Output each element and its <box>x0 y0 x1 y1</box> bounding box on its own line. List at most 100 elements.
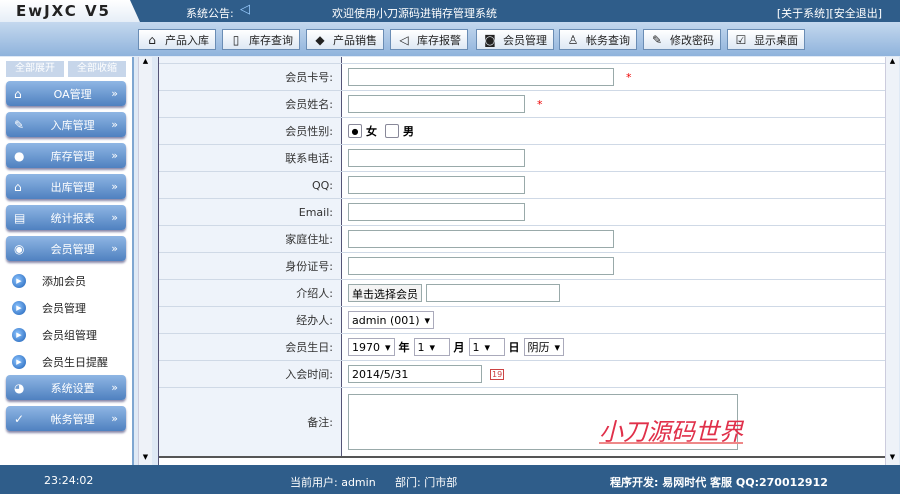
desktop-icon: ☑ <box>735 32 747 47</box>
qq-label: QQ: <box>159 172 342 198</box>
menu-label: 系统设置 <box>50 381 95 395</box>
sidebar-menu-menus-0[interactable]: ⌂ OA管理 » <box>6 81 126 106</box>
subitem-label: 添加会员 <box>42 274 86 288</box>
id-label: 身份证号: <box>159 253 342 279</box>
toolbar-button-2[interactable]: ◆ 产品销售 <box>306 29 384 50</box>
required-mark: * <box>537 97 543 111</box>
toolbar-button-5[interactable]: ♙ 帐务查询 <box>559 29 637 50</box>
sidebar-subitem-3[interactable]: ▶ 会员生日提醒 <box>0 348 132 375</box>
key-icon: ✎ <box>651 32 663 47</box>
watermark: 小刀源码世界 <box>599 418 743 446</box>
chevron-right-icon: » <box>111 381 118 394</box>
member-icon: ◙ <box>484 32 496 47</box>
toolbar-button-6[interactable]: ✎ 修改密码 <box>643 29 721 50</box>
handler-select[interactable]: admin (001) ▾ <box>348 311 435 329</box>
id-number-input[interactable] <box>348 257 614 275</box>
sidebar-menu-menus-1[interactable]: ✎ 入库管理 » <box>6 112 126 137</box>
select-referrer-button[interactable]: 单击选择会员 <box>348 284 422 302</box>
menu-icon: ▤ <box>14 210 26 225</box>
address-label: 家庭住址: <box>159 226 342 252</box>
sidebar-subitem-0[interactable]: ▶ 添加会员 <box>0 267 132 294</box>
name-input[interactable] <box>348 95 525 113</box>
collapse-all-button[interactable]: 全部收缩 <box>68 61 126 77</box>
sidebar-scrollbar[interactable]: ▲ ▼ <box>138 57 152 465</box>
menu-icon: ⌂ <box>14 86 22 101</box>
about-link[interactable]: [关于系统] <box>777 7 830 20</box>
menu-label: OA管理 <box>53 87 92 101</box>
join-date-label: 入会时间: <box>159 361 342 387</box>
year-select[interactable]: 1970 ▾ <box>348 338 395 356</box>
chevron-right-icon: » <box>111 180 118 193</box>
notes-label: 备注: <box>159 388 342 456</box>
menu-icon: ⌂ <box>14 179 22 194</box>
expand-all-button[interactable]: 全部展开 <box>6 61 64 77</box>
female-label: 女 <box>366 125 377 138</box>
sidebar: 全部展开 全部收缩 ⌂ OA管理» ✎ 入库管理» ● 库存管理» ⌂ 出库管理» ▤ 统计报表» ◉… <box>0 57 134 465</box>
menu-label: 出库管理 <box>50 180 95 194</box>
qq-input[interactable] <box>348 176 525 194</box>
birthday-label: 会员生日: <box>159 334 342 360</box>
main-scrollbar[interactable]: ▲ ▼ <box>885 57 899 465</box>
sidebar-subitem-1[interactable]: ▶ 会员管理 <box>0 294 132 321</box>
month-select[interactable]: 1 ▾ <box>413 338 450 356</box>
sidebar-menu-menus-4[interactable]: ▤ 统计报表 » <box>6 205 126 230</box>
sidebar-subitem-2[interactable]: ▶ 会员组管理 <box>0 321 132 348</box>
phone-input[interactable] <box>348 149 525 167</box>
menu-label: 入库管理 <box>50 118 95 132</box>
female-radio[interactable]: ● <box>348 124 362 138</box>
male-label: 男 <box>403 125 414 138</box>
house-icon: ⌂ <box>148 32 156 47</box>
toolbar-button-label: 修改密码 <box>670 33 714 47</box>
chevron-right-icon: » <box>111 242 118 255</box>
chevron-right-icon: » <box>111 87 118 100</box>
calendar-type-select[interactable]: 阴历 ▾ <box>523 338 565 356</box>
menu-label: 会员管理 <box>50 242 95 256</box>
subitem-label: 会员管理 <box>42 301 86 315</box>
email-input[interactable] <box>348 203 525 221</box>
toolbar-button-3[interactable]: ◁ 库存报警 <box>390 29 468 50</box>
referrer-input[interactable] <box>426 284 560 302</box>
subitem-label: 会员组管理 <box>42 328 97 342</box>
speaker-icon: ◁ <box>240 2 250 17</box>
card-number-input[interactable] <box>348 68 614 86</box>
address-input[interactable] <box>348 230 614 248</box>
arrow-bullet-icon: ▶ <box>12 327 26 342</box>
subitem-label: 会员生日提醒 <box>42 355 108 369</box>
calendar-icon[interactable]: 19 <box>490 368 505 380</box>
menu-icon: ◕ <box>14 380 25 395</box>
menu-label: 库存管理 <box>50 149 95 163</box>
toolbar: ⌂ 产品入库 ▯ 库存查询 ◆ 产品销售 ◁ 库存报警 ◙ 会员管理 ♙ 帐务查询 ✎ 修改密码 ☑ 显示桌面 <box>0 22 900 56</box>
menu-label: 统计报表 <box>50 211 95 225</box>
sidebar-menu-menus-3[interactable]: ⌂ 出库管理 » <box>6 174 126 199</box>
toolbar-button-label: 产品入库 <box>165 33 209 47</box>
toolbar-button-1[interactable]: ▯ 库存查询 <box>222 29 300 50</box>
logo: EwJXC V5 <box>0 0 140 22</box>
toolbar-button-4[interactable]: ◙ 会员管理 <box>476 29 554 50</box>
chevron-right-icon: » <box>111 118 118 131</box>
menu-label: 帐务管理 <box>50 412 95 426</box>
logout-link[interactable]: [安全退出] <box>829 7 882 20</box>
name-label: 会员姓名: <box>159 91 342 117</box>
toolbar-button-0[interactable]: ⌂ 产品入库 <box>138 29 216 50</box>
sidebar-menu-menus-5[interactable]: ◉ 会员管理 » <box>6 236 126 261</box>
notice-label: 系统公告: <box>186 7 234 20</box>
tag-icon: ◆ <box>315 32 325 47</box>
chevron-right-icon: » <box>111 149 118 162</box>
handler-label: 经办人: <box>159 307 342 333</box>
sidebar-menu-menus2-0[interactable]: ◕ 系统设置 » <box>6 375 126 400</box>
status-bar: 23:24:02 当前用户: admin 部门: 门市部 程序开发: 易网时代 … <box>0 465 900 494</box>
toolbar-button-7[interactable]: ☑ 显示桌面 <box>727 29 805 50</box>
clock: 23:24:02 <box>44 474 94 487</box>
toolbar-button-label: 会员管理 <box>503 33 547 47</box>
phone-label: 联系电话: <box>159 145 342 171</box>
account-icon: ♙ <box>567 32 579 47</box>
sidebar-menu-menus2-1[interactable]: ✓ 帐务管理 » <box>6 406 126 431</box>
member-form: 会员卡号: * 会员姓名: * 会员性别: ● 女男 联系电话: QQ: Email: … <box>158 57 885 465</box>
sidebar-menu-menus-2[interactable]: ● 库存管理 » <box>6 143 126 168</box>
toolbar-button-label: 显示桌面 <box>754 33 798 47</box>
arrow-bullet-icon: ▶ <box>12 354 26 369</box>
male-radio[interactable] <box>385 124 399 138</box>
join-date-input[interactable] <box>348 365 482 383</box>
arrow-bullet-icon: ▶ <box>12 273 26 288</box>
day-select[interactable]: 1 ▾ <box>468 338 505 356</box>
